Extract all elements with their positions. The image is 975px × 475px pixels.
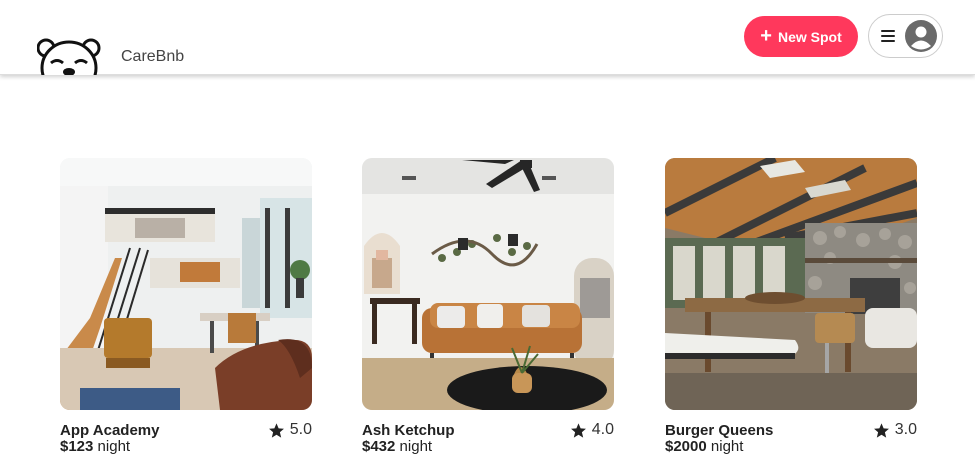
new-spot-label: New Spot [777,28,842,45]
spot-info: App Academy $123 night 5.0 [60,410,312,455]
spot-name: Burger Queens [665,422,774,439]
plus-icon: + [760,24,772,47]
spot-rating-value: 3.0 [894,421,917,438]
spot-photo[interactable] [362,158,614,410]
spot-card[interactable]: Ash Ketchup $432 night 4.0 [362,158,614,455]
spot-name: Ash Ketchup [362,422,455,439]
top-nav: CareBnb + New Spot [0,0,975,75]
spot-price-unit: night [399,438,433,455]
spot-card[interactable]: App Academy $123 night 5.0 [60,158,312,455]
spot-price-line: $2000 night [665,438,743,455]
spot-name: App Academy [60,422,160,439]
spot-rating-value: 5.0 [289,421,312,438]
spot-price-unit: night [710,438,744,455]
new-spot-button[interactable]: + New Spot [744,16,858,57]
spot-rating: 3.0 [873,421,917,439]
spot-photo[interactable] [665,158,917,410]
spot-price-unit: night [97,438,131,455]
spot-price-line: $432 night [362,438,432,455]
spot-rating: 5.0 [268,421,312,439]
spot-rating: 4.0 [570,421,614,439]
spot-card[interactable]: Burger Queens $2000 night 3.0 [665,158,917,455]
spot-price: $432 [362,438,396,455]
home-logo-link[interactable] [37,36,102,75]
star-icon [268,422,284,438]
bear-icon [37,38,101,75]
spot-info: Ash Ketchup $432 night 4.0 [362,410,614,455]
brand-name: CareBnb [121,48,185,65]
spot-rating-value: 4.0 [591,421,614,438]
spot-price: $2000 [665,438,707,455]
star-icon [873,422,889,438]
profile-menu-button[interactable] [868,14,943,58]
leather-sofa-living-room-image [362,158,614,410]
user-avatar-icon [905,20,937,52]
spot-price: $123 [60,438,94,455]
hamburger-icon [881,30,895,42]
wood-beam-dining-room-image [665,158,917,410]
spot-info: Burger Queens $2000 night 3.0 [665,410,917,455]
spot-price-line: $123 night [60,438,130,455]
bright-loft-living-room-image [60,158,312,410]
spot-photo[interactable] [60,158,312,410]
star-icon [570,422,586,438]
